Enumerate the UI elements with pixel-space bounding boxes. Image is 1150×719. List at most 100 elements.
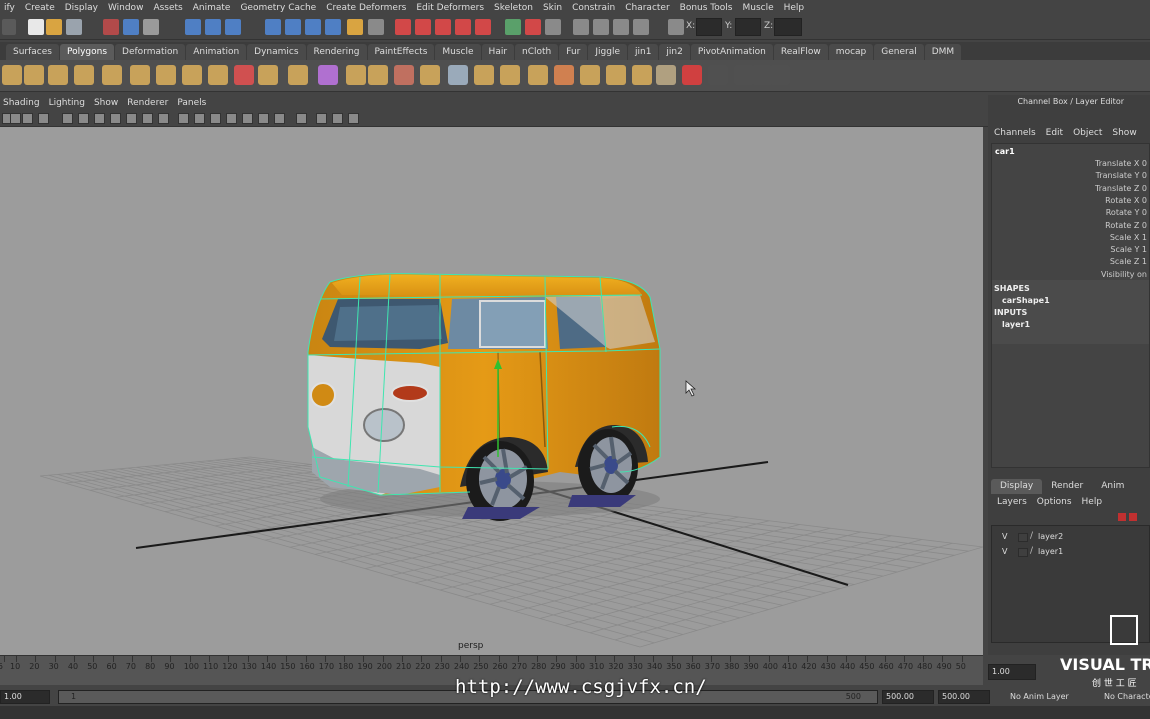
input-node[interactable]: layer1 (1002, 320, 1030, 329)
menu-item[interactable]: Create Deformers (322, 3, 412, 13)
render-icon-1[interactable] (395, 19, 411, 35)
channel-attribute[interactable]: Scale Z 1 (997, 257, 1147, 266)
menu-item[interactable]: Display (61, 3, 104, 13)
input-ops-icon[interactable] (368, 19, 384, 35)
layer-row[interactable]: V / layer1 (992, 545, 1149, 560)
layer-editor-menu-item[interactable]: Options (1037, 497, 1082, 507)
layer-color-swatch-icon[interactable]: / (1030, 531, 1033, 541)
shelf-tool-icon[interactable] (682, 65, 702, 85)
panel-menu-item[interactable]: Lighting (46, 98, 91, 108)
shelf-tab[interactable]: Fur (559, 44, 588, 60)
x-input[interactable] (696, 18, 722, 36)
shelf-tool-icon[interactable] (734, 65, 754, 85)
menu-item[interactable]: Constrain (568, 3, 621, 13)
shelf-tab[interactable]: Surfaces (6, 44, 59, 60)
shelf-tool-icon[interactable] (318, 65, 338, 85)
panel-menu-item[interactable]: Renderer (124, 98, 174, 108)
layer-editor-menu-item[interactable]: Layers (997, 497, 1037, 507)
channel-attribute[interactable]: Translate Y 0 (997, 171, 1147, 180)
shelf-tab[interactable]: Polygons (59, 44, 115, 60)
menu-item[interactable]: Assets (149, 3, 188, 13)
panel-tool-icon[interactable] (274, 113, 285, 124)
panel-tool-icon[interactable] (258, 113, 269, 124)
shelf-tool-icon[interactable] (394, 65, 414, 85)
character-dropdown[interactable]: No Characte (1104, 692, 1150, 701)
channel-attribute[interactable]: Rotate Y 0 (997, 208, 1147, 217)
shelf-tool-icon[interactable] (288, 65, 308, 85)
shelf-tab[interactable]: General (874, 44, 924, 60)
z-input[interactable] (774, 18, 802, 36)
menu-item[interactable]: Bonus Tools (676, 3, 739, 13)
panel-tool-icon[interactable] (62, 113, 73, 124)
layer-name[interactable]: layer2 (1038, 532, 1063, 541)
channel-box-menu-item[interactable]: Channels (994, 128, 1046, 138)
panel-menu-item[interactable]: Panels (174, 98, 212, 108)
layer-visibility-toggle[interactable]: V (1002, 547, 1007, 556)
new-layer-icon[interactable] (1118, 513, 1126, 521)
layer-editor-tab[interactable]: Render (1042, 479, 1092, 494)
shelf-tool-icon[interactable] (656, 65, 676, 85)
anim-layer-dropdown[interactable]: No Anim Layer (1010, 692, 1069, 701)
panel-tool-icon[interactable] (22, 113, 33, 124)
panel-tool-icon[interactable] (78, 113, 89, 124)
menu-item[interactable]: Skeleton (490, 3, 539, 13)
layer-color-swatch-icon[interactable]: / (1030, 546, 1033, 556)
layer-editor-menu-item[interactable]: Help (1082, 497, 1113, 507)
shelf-tool-icon[interactable] (24, 65, 44, 85)
channel-box-menu-item[interactable]: Edit (1046, 128, 1073, 138)
snap-point-icon[interactable] (225, 19, 241, 35)
layer-visibility-toggle[interactable]: V (1002, 532, 1007, 541)
save-scene-icon[interactable] (66, 19, 82, 35)
shape-node[interactable]: carShape1 (1002, 296, 1050, 305)
shelf-tab[interactable]: Hair (481, 44, 515, 60)
shelf-tool-icon[interactable] (130, 65, 150, 85)
selected-object-name[interactable]: car1 (995, 147, 1015, 156)
shelf-tool-icon[interactable] (102, 65, 122, 85)
make-live-icon[interactable] (285, 19, 301, 35)
shelf-tool-icon[interactable] (528, 65, 548, 85)
select-component-icon[interactable] (143, 19, 159, 35)
shelf-tool-icon[interactable] (420, 65, 440, 85)
ipr-render-icon[interactable] (525, 19, 541, 35)
panel-tool-icon[interactable] (94, 113, 105, 124)
shelf-tool-icon[interactable] (448, 65, 468, 85)
panel-tool-icon[interactable] (158, 113, 169, 124)
shelf-tab[interactable]: Animation (186, 44, 247, 60)
layer-row[interactable]: V / layer2 (992, 530, 1149, 545)
channel-attribute[interactable]: Scale Y 1 (997, 245, 1147, 254)
panel-tool-icon[interactable] (38, 113, 49, 124)
snap-view-plane-icon[interactable] (265, 19, 281, 35)
shelf-tab[interactable]: Jiggle (588, 44, 627, 60)
hypershade-icon[interactable] (573, 19, 589, 35)
menu-item[interactable]: Help (780, 3, 811, 13)
shelf-tool-icon[interactable] (2, 65, 22, 85)
menu-item[interactable]: Character (621, 3, 675, 13)
layer-name[interactable]: layer1 (1038, 547, 1063, 556)
render-settings-icon[interactable] (545, 19, 561, 35)
layer-editor-tab[interactable]: Display (991, 479, 1043, 494)
panel-tool-icon[interactable] (296, 113, 307, 124)
menu-item[interactable]: Edit Deformers (412, 3, 490, 13)
shelf-tool-icon[interactable] (74, 65, 94, 85)
shelf-tab[interactable]: PaintEffects (367, 44, 435, 60)
new-scene-icon[interactable] (28, 19, 44, 35)
panel-menu-item[interactable]: Show (91, 98, 124, 108)
panel-tool-icon[interactable] (348, 113, 359, 124)
panel-tool-icon[interactable] (178, 113, 189, 124)
open-scene-icon[interactable] (46, 19, 62, 35)
shelf-tool-icon[interactable] (708, 65, 728, 85)
shelf-tool-icon[interactable] (234, 65, 254, 85)
render-icon-5[interactable] (475, 19, 491, 35)
channel-attribute[interactable]: Rotate X 0 (997, 196, 1147, 205)
outliner-icon[interactable] (613, 19, 629, 35)
shelf-tool-icon[interactable] (770, 65, 790, 85)
shelf-tool-icon[interactable] (156, 65, 176, 85)
channel-attribute[interactable]: Visibility on (997, 270, 1147, 279)
shelf-tab[interactable]: DMM (924, 44, 962, 60)
render-icon-3[interactable] (435, 19, 451, 35)
panel-tool-icon[interactable] (242, 113, 253, 124)
channel-attribute[interactable]: Translate Z 0 (997, 184, 1147, 193)
tool-settings-icon[interactable] (633, 19, 649, 35)
new-layer-selected-icon[interactable] (1129, 513, 1137, 521)
panel-tool-icon[interactable] (332, 113, 343, 124)
